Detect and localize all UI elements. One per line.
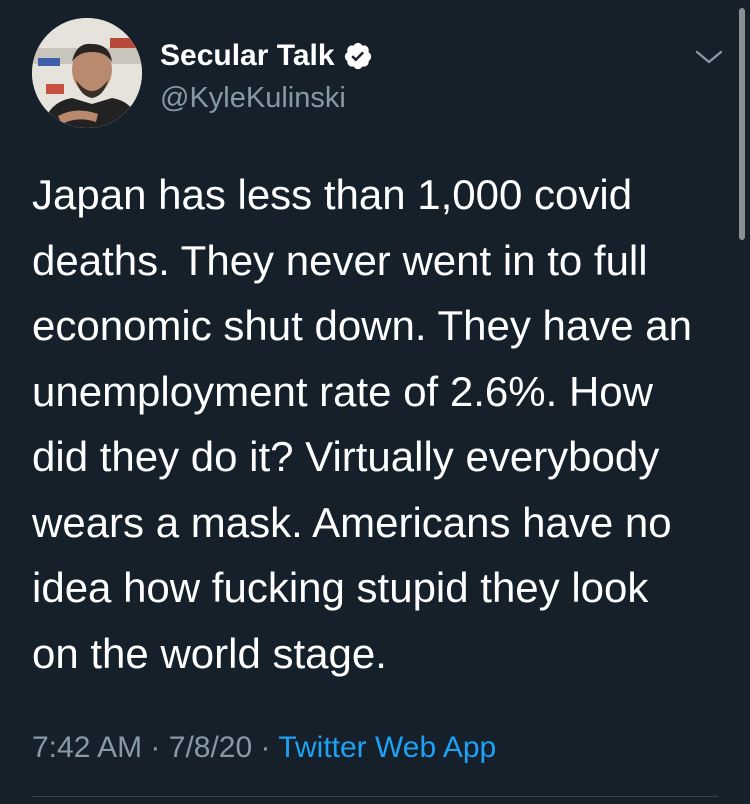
verified-badge-icon <box>344 42 371 70</box>
tweet-text-line: on the world stage. <box>32 629 387 677</box>
tweet-source-link[interactable]: Twitter Web App <box>278 731 496 764</box>
meta-separator: · <box>260 731 271 764</box>
divider <box>32 796 718 797</box>
tweet-text-line: unemployment rate of 2.6%. How <box>32 367 653 415</box>
tweet-text-line: Japan has less than 1,000 covid <box>32 171 633 218</box>
tweet-text-line: wears a mask. Americans have no <box>32 498 672 546</box>
tweet-text-line: did they do it? Virtually everybody <box>32 433 660 480</box>
tweet-time[interactable]: 7:42 AM <box>32 731 142 764</box>
tweet-text-line: deaths. They never went in to full <box>32 236 648 284</box>
avatar[interactable] <box>32 18 142 128</box>
tweet-text-line: economic shut down. They have an <box>32 302 692 349</box>
author-display-name-row[interactable]: Secular Talk <box>160 38 373 74</box>
author-handle[interactable]: @KyleKulinski <box>160 80 346 116</box>
avatar-photo <box>32 18 142 128</box>
tweet-date[interactable]: 7/8/20 <box>169 731 252 764</box>
chevron-down-icon[interactable] <box>692 44 726 70</box>
meta-separator: · <box>150 731 161 764</box>
tweet-text: Japan has less than 1,000 covid deaths. … <box>32 162 732 686</box>
tweet-text-line: idea how fucking stupid they look <box>32 564 649 611</box>
scrollbar[interactable] <box>739 8 745 240</box>
display-name[interactable]: Secular Talk <box>160 38 335 74</box>
tweet-metadata: 7:42 AM · 7/8/20 · Twitter Web App <box>32 728 496 768</box>
